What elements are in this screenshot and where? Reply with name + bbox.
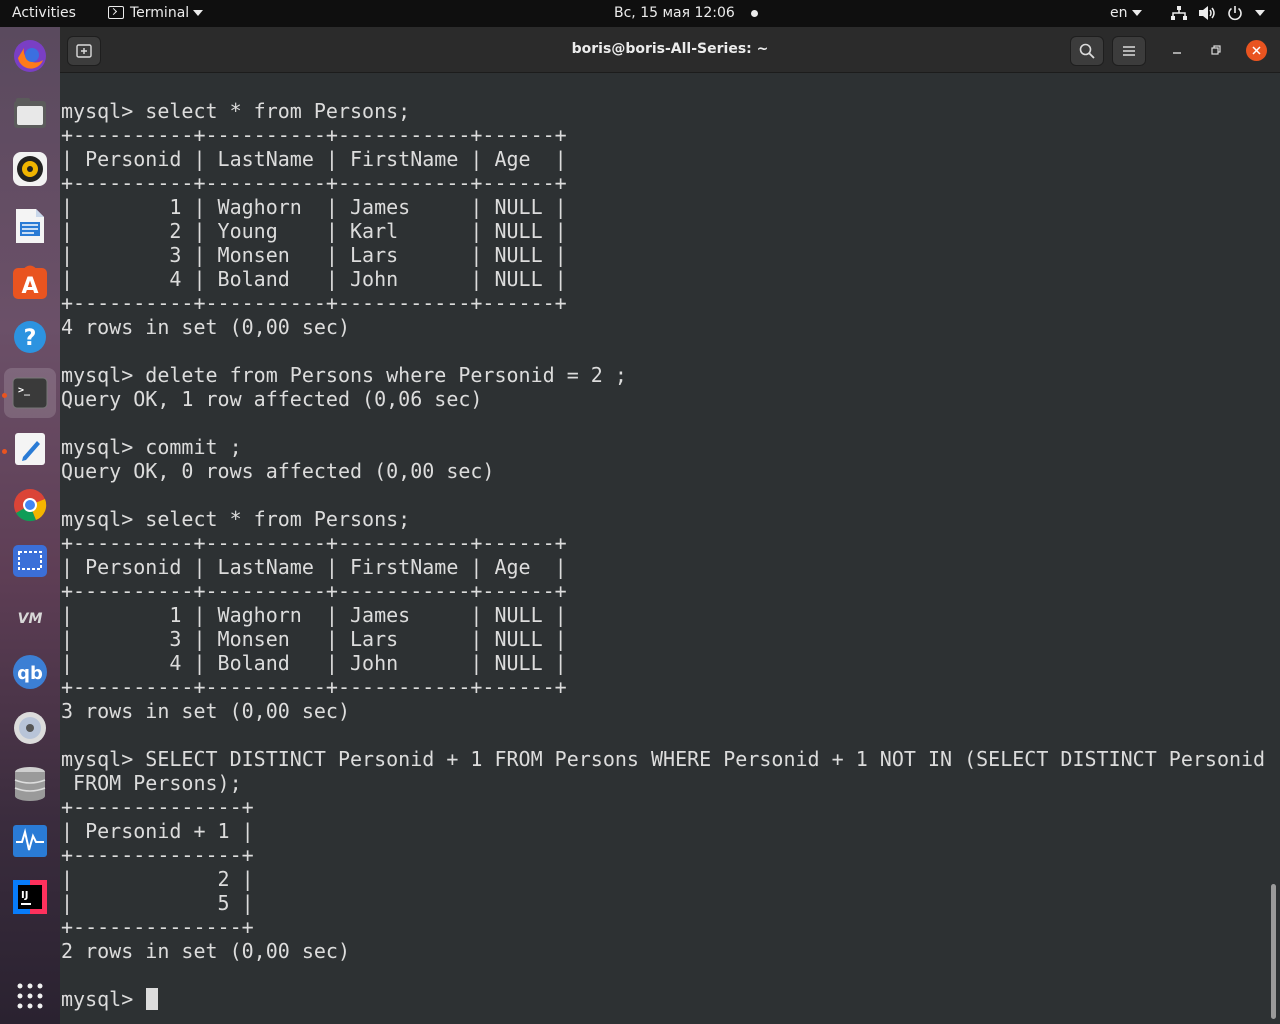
running-indicator-icon — [2, 393, 7, 398]
search-button[interactable] — [1070, 36, 1104, 66]
svg-text:IJ: IJ — [21, 890, 28, 901]
terminal-line: | Personid | LastName | FirstName | Age … — [61, 147, 567, 171]
hamburger-icon — [1123, 46, 1135, 56]
svg-text:VM: VM — [18, 611, 43, 627]
terminal-icon[interactable]: >_ — [11, 374, 49, 412]
terminal-line: +----------+----------+-----------+-----… — [61, 171, 567, 195]
terminal-line: FROM Persons); — [61, 771, 242, 795]
close-icon — [1252, 46, 1261, 55]
terminal-line: 4 rows in set (0,00 sec) — [61, 315, 350, 339]
show-applications-icon[interactable] — [11, 977, 49, 1015]
system-monitor-icon[interactable] — [11, 822, 49, 860]
close-button[interactable] — [1246, 40, 1267, 61]
svg-text:qb: qb — [17, 663, 43, 684]
prompt-line[interactable]: mysql> — [61, 987, 1265, 1011]
terminal-line: 2 rows in set (0,00 sec) — [61, 939, 350, 963]
chevron-down-icon — [1255, 10, 1266, 16]
terminal-line: mysql> select * from Persons; — [61, 99, 411, 123]
intellij-icon[interactable]: IJ — [11, 878, 49, 916]
terminal-line: | 3 | Monsen | Lars | NULL | — [61, 243, 567, 267]
terminal-line: mysql> SELECT DISTINCT Personid + 1 FROM… — [61, 747, 1266, 771]
app-menu-label: Terminal — [130, 5, 190, 21]
terminal-line: +--------------+ — [61, 915, 254, 939]
terminal-small-icon — [108, 5, 124, 19]
vmware-icon[interactable]: VM — [11, 599, 49, 637]
activities-button[interactable]: Activities — [12, 0, 76, 27]
terminal-line: | Personid + 1 | — [61, 819, 254, 843]
terminal-line: | 4 | Boland | John | NULL | — [61, 651, 567, 675]
terminal-line: +----------+----------+-----------+-----… — [61, 123, 567, 147]
terminal-line: | 5 | — [61, 891, 254, 915]
terminal-line: Query OK, 1 row affected (0,06 sec) — [61, 387, 483, 411]
minimize-icon — [1173, 52, 1181, 54]
power-icon — [1228, 6, 1242, 21]
text-editor-icon[interactable] — [11, 430, 49, 468]
libreoffice-writer-icon[interactable] — [11, 207, 49, 245]
screenshot-icon[interactable] — [11, 542, 49, 580]
terminal-line: +----------+----------+-----------+-----… — [61, 531, 567, 555]
clock-label: Вс, 15 мая 12:06 — [614, 5, 735, 21]
firefox-icon[interactable] — [11, 37, 49, 75]
text-cursor — [146, 988, 159, 1010]
prompt-text: mysql> — [61, 987, 146, 1011]
terminal-line: | 2 | Young | Karl | NULL | — [61, 219, 567, 243]
dock: A ? >_ VM qb IJ — [0, 27, 60, 1024]
terminal-line: +----------+----------+-----------+-----… — [61, 291, 567, 315]
clock-button[interactable]: Вс, 15 мая 12:06 — [614, 0, 759, 27]
scrollbar[interactable] — [1271, 884, 1276, 1019]
terminal-line: Query OK, 0 rows affected (0,00 sec) — [61, 459, 495, 483]
terminal-line: mysql> select * from Persons; — [61, 507, 411, 531]
files-icon[interactable] — [11, 94, 49, 132]
network-icon — [1171, 6, 1187, 20]
terminal-line: | 1 | Waghorn | James | NULL | — [61, 603, 567, 627]
terminal-line: +----------+----------+-----------+-----… — [61, 675, 567, 699]
help-icon[interactable]: ? — [11, 318, 49, 356]
ubuntu-software-icon[interactable]: A — [11, 263, 49, 301]
terminal-line: mysql> commit ; — [61, 435, 242, 459]
chevron-down-icon — [193, 10, 204, 16]
terminal-line: | 3 | Monsen | Lars | NULL | — [61, 627, 567, 651]
menu-button[interactable] — [1112, 36, 1146, 66]
top-bar: Activities Terminal Вс, 15 мая 12:06 en — [0, 0, 1280, 27]
app-menu-button[interactable]: Terminal — [108, 0, 204, 27]
terminal-line: 3 rows in set (0,00 sec) — [61, 699, 350, 723]
terminal-output[interactable]: mysql> select * from Persons; +----------… — [60, 74, 1280, 1024]
qbittorrent-icon[interactable]: qb — [11, 653, 49, 691]
restore-icon — [1211, 45, 1221, 55]
svg-text:?: ? — [24, 326, 37, 351]
terminal-line: | Personid | LastName | FirstName | Age … — [61, 555, 567, 579]
restore-button[interactable] — [1207, 41, 1225, 59]
svg-text:A: A — [21, 274, 38, 299]
chevron-down-icon — [1131, 10, 1142, 16]
terminal-line: +----------+----------+-----------+-----… — [61, 579, 567, 603]
terminal-line: | 4 | Boland | John | NULL | — [61, 267, 567, 291]
svg-text:>_: >_ — [18, 385, 31, 396]
running-indicator-icon — [2, 449, 7, 454]
chrome-icon[interactable] — [11, 486, 49, 524]
terminal-line: +--------------+ — [61, 843, 254, 867]
terminal-header-bar: boris@boris-All-Series: ~ — [60, 27, 1280, 73]
terminal-line: | 1 | Waghorn | James | NULL | — [61, 195, 567, 219]
disc-icon[interactable] — [11, 709, 49, 747]
rhythmbox-icon[interactable] — [11, 150, 49, 188]
volume-icon — [1199, 6, 1216, 20]
language-label: en — [1110, 5, 1128, 21]
terminal-line: mysql> delete from Persons where Personi… — [61, 363, 627, 387]
terminal-line: | 2 | — [61, 867, 254, 891]
notification-dot-icon — [751, 9, 759, 17]
terminal-lines: mysql> select * from Persons; +----------… — [61, 99, 1265, 1011]
minimize-button[interactable] — [1168, 41, 1186, 59]
search-icon — [1079, 43, 1095, 59]
database-icon[interactable] — [11, 765, 49, 803]
system-menu-button[interactable] — [1170, 0, 1266, 27]
language-selector[interactable]: en — [1110, 0, 1142, 27]
terminal-line: +--------------+ — [61, 795, 254, 819]
